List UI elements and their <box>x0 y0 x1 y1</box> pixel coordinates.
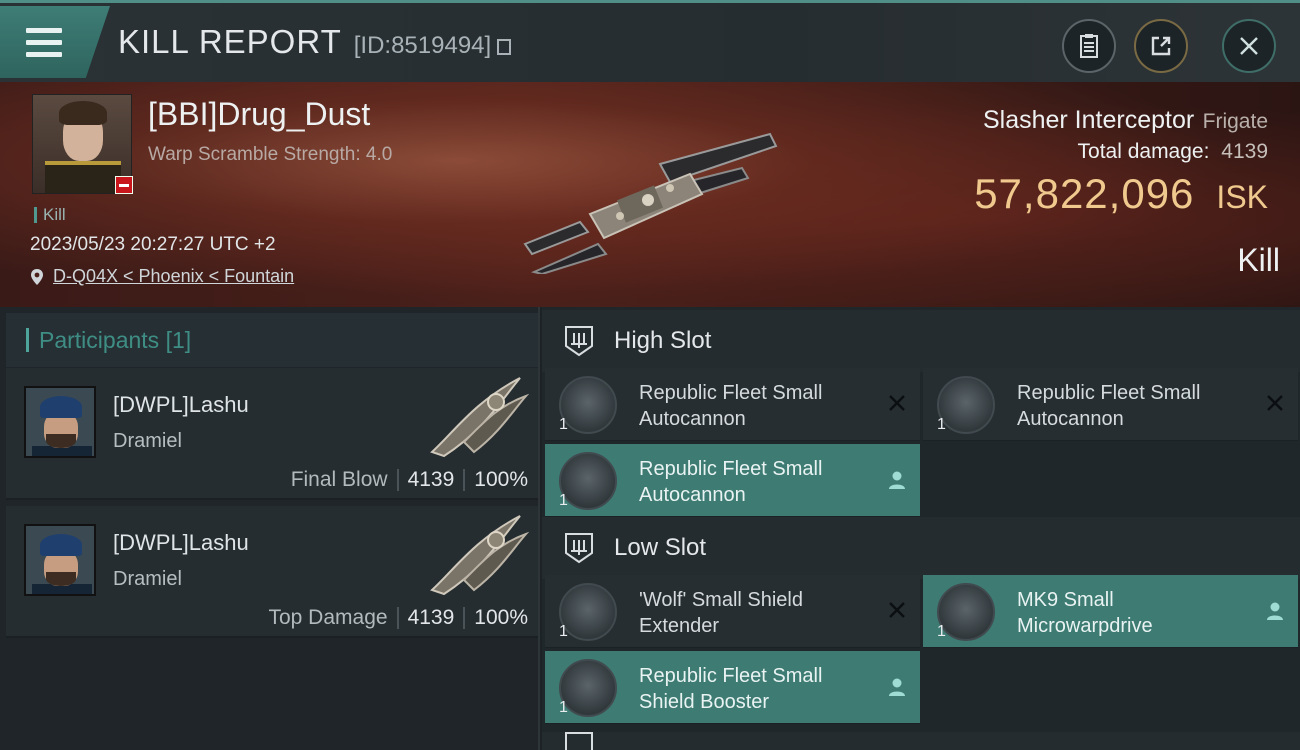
participant-ship-image <box>430 377 530 458</box>
module-name: Republic Fleet Small Shield Booster <box>639 665 823 713</box>
module-item[interactable]: 1 'Wolf' Small Shield Extender <box>545 575 920 648</box>
kill-datetime: 2023/05/23 20:27:27 UTC +2 <box>30 234 276 255</box>
participant-ship: Dramiel <box>113 568 182 590</box>
kill-tag: Kill <box>34 205 66 225</box>
module-name: Republic Fleet Small Autocannon <box>1017 382 1201 430</box>
dropped-pilot-icon <box>889 471 905 489</box>
report-id: [ID:8519494] <box>353 32 492 59</box>
total-damage-value: 4139 <box>1221 140 1268 163</box>
low-slot-header: Low Slot <box>542 517 1300 579</box>
module-name: 'Wolf' Small Shield Extender <box>639 589 803 637</box>
module-name: Republic Fleet Small Autocannon <box>639 382 823 430</box>
ship-image <box>523 132 778 274</box>
page-title: KILL REPORT <box>118 23 342 60</box>
ship-class: Frigate <box>1202 110 1268 133</box>
stat-percent: 100% <box>474 606 528 629</box>
dropped-pilot-icon <box>1267 602 1283 620</box>
result-label: Kill <box>1237 242 1280 278</box>
isk-value: 57,822,096 <box>974 170 1195 217</box>
low-slot-icon <box>565 533 593 564</box>
total-damage: Total damage: 4139 <box>1078 140 1268 164</box>
module-name: MK9 Small Microwarpdrive <box>1017 589 1153 637</box>
fittings-panel: High Slot 1 Republic Fleet Small Autocann… <box>542 307 1300 750</box>
module-quantity: 1 <box>937 416 946 433</box>
module-item[interactable]: 1 MK9 Small Microwarpdrive <box>923 575 1298 648</box>
copy-icon[interactable] <box>497 39 512 55</box>
module-quantity: 1 <box>559 492 568 509</box>
isk-unit: ISK <box>1216 179 1268 215</box>
clipboard-button[interactable] <box>1062 19 1116 73</box>
participant-name: [DWPL]Lashu <box>113 530 249 555</box>
slot-icon <box>565 732 593 750</box>
isk-value-row: 57,822,096 ISK <box>974 170 1268 218</box>
clipboard-icon <box>1080 34 1098 58</box>
loss-badge <box>115 176 133 194</box>
share-button[interactable] <box>1134 19 1188 73</box>
module-quantity: 1 <box>559 623 568 640</box>
module-item[interactable]: 1 Republic Fleet Small Autocannon <box>923 368 1298 441</box>
module-name: Republic Fleet Small Autocannon <box>639 458 823 506</box>
stat-label: Top Damage <box>268 606 388 629</box>
kill-location[interactable]: D-Q04X < Phoenix < Fountain <box>30 266 294 287</box>
participant-avatar[interactable] <box>24 524 96 596</box>
victim-name[interactable]: [BBI]Drug_Dust <box>148 96 370 133</box>
next-slot-header <box>542 732 1300 750</box>
destroyed-x-icon <box>889 602 905 618</box>
participant-name: [DWPL]Lashu <box>113 392 249 417</box>
hamburger-icon <box>26 28 62 58</box>
share-icon <box>1151 36 1171 56</box>
location-link[interactable]: D-Q04X < Phoenix < Fountain <box>53 266 294 287</box>
stat-damage: 4139 <box>407 606 455 629</box>
participants-label: Participants [1] <box>39 326 192 353</box>
low-slot-label: Low Slot <box>614 534 707 561</box>
dropped-pilot-icon <box>889 678 905 696</box>
location-pin-icon <box>31 268 43 285</box>
participant-ship-image <box>430 515 530 596</box>
kill-tag-label: Kill <box>43 205 66 224</box>
participant-avatar[interactable] <box>24 386 96 458</box>
participant-stats: Final Blow 4139 100% <box>291 468 528 492</box>
module-item[interactable]: 1 Republic Fleet Small Autocannon <box>545 368 920 441</box>
participants-header[interactable]: Participants [1] <box>6 313 538 367</box>
module-quantity: 1 <box>559 699 568 716</box>
module-quantity: 1 <box>559 416 568 433</box>
close-icon <box>1240 37 1258 55</box>
victim-banner: [BBI]Drug_Dust Warp Scramble Strength: 4… <box>0 82 1300 307</box>
destroyed-x-icon <box>1267 395 1283 411</box>
participant-stats: Top Damage 4139 100% <box>268 606 528 630</box>
stat-percent: 100% <box>474 468 528 491</box>
title-group: KILL REPORT [ID:8519494] <box>118 23 512 61</box>
ship-name-row: Slasher Interceptor Frigate <box>983 106 1268 135</box>
stat-damage: 4139 <box>407 468 455 491</box>
close-button[interactable] <box>1222 19 1276 73</box>
module-item[interactable]: 1 Republic Fleet Small Autocannon <box>545 444 920 517</box>
participant-card[interactable]: [DWPL]Lashu Dramiel Top Damage 4139 100% <box>6 506 538 638</box>
high-slot-header: High Slot <box>542 310 1300 372</box>
high-slot-icon <box>565 326 593 357</box>
warp-scramble-strength: Warp Scramble Strength: 4.0 <box>148 144 393 165</box>
high-slot-label: High Slot <box>614 327 712 354</box>
module-quantity: 1 <box>937 623 946 640</box>
participant-card[interactable]: [DWPL]Lashu Dramiel Final Blow 4139 100% <box>6 368 538 500</box>
destroyed-x-icon <box>889 395 905 411</box>
module-item[interactable]: 1 Republic Fleet Small Shield Booster <box>545 651 920 724</box>
stat-label: Final Blow <box>290 468 388 491</box>
top-bar: KILL REPORT [ID:8519494] <box>0 0 1300 82</box>
menu-button[interactable] <box>0 6 110 78</box>
ship-name[interactable]: Slasher Interceptor <box>983 106 1194 134</box>
total-damage-label: Total damage: <box>1077 140 1210 163</box>
participant-ship: Dramiel <box>113 430 182 452</box>
